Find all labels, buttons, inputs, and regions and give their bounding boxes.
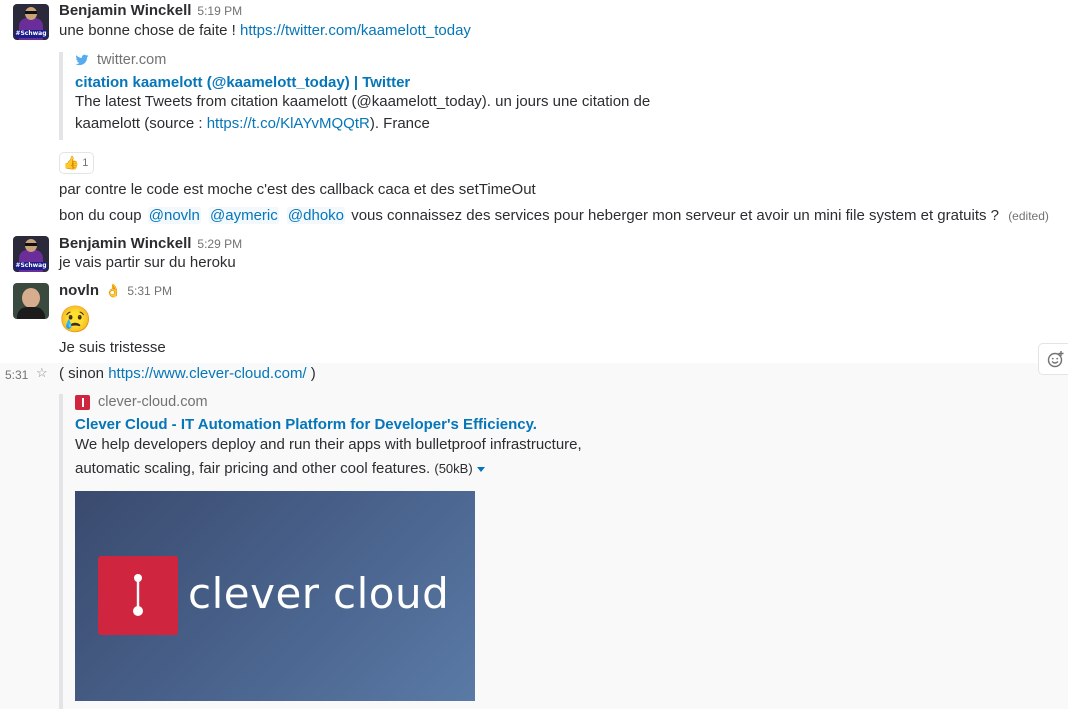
preview-text-line2-suffix: ). France [369, 115, 430, 132]
preview-link[interactable]: https://t.co/KlAYvMQQtR [207, 115, 370, 132]
preview-title[interactable]: Clever Cloud - IT Automation Platform fo… [75, 416, 582, 433]
clever-cloud-logo-icon [98, 556, 178, 635]
logo-word-clever: clever [188, 569, 320, 618]
mention-novln[interactable]: @novln [147, 207, 201, 224]
preview-text-line2: kaamelott (source : https://t.co/KlAYvMQ… [75, 113, 650, 135]
message-text-suffix: ) [310, 365, 316, 382]
message-text-prefix: une bonne chose de faite ! [59, 22, 236, 39]
preview-image[interactable]: clever cloud [75, 491, 475, 701]
link-preview: twitter.com citation kaamelott (@kaamelo… [59, 52, 650, 140]
message-text: bon du coup @novln @aymeric @dhoko vous … [59, 205, 1049, 227]
message-link[interactable]: https://www.clever-cloud.com/ [108, 365, 306, 382]
timestamp[interactable]: 5:19 PM [197, 4, 242, 18]
preview-text-line1: The latest Tweets from citation kaamelot… [75, 93, 651, 110]
avatar-tag: #Schwag [15, 262, 47, 270]
avatar-tag: #Schwag [15, 30, 47, 38]
message-author[interactable]: Benjamin Winckell 5:29 PM [59, 235, 242, 252]
preview-text-line2-prefix: kaamelott (source : [75, 115, 207, 132]
message-text-suffix: vous connaissez des services pour heberg… [351, 207, 1000, 224]
status-emoji[interactable]: 👌 [105, 283, 121, 298]
preview-text-line2-main: automatic scaling, fair pricing and othe… [75, 460, 431, 477]
avatar[interactable]: #Schwag [13, 236, 49, 272]
message-text-prefix: bon du coup [59, 207, 142, 224]
preview-service[interactable]: clever-cloud.com [98, 394, 208, 410]
message-link[interactable]: https://twitter.com/kaamelott_today [240, 22, 471, 39]
message-author[interactable]: novln 👌 5:31 PM [59, 282, 172, 299]
link-preview: clever-cloud.com Clever Cloud - IT Autom… [59, 394, 582, 709]
message-author[interactable]: Benjamin Winckell 5:19 PM [59, 2, 242, 19]
avatar[interactable] [13, 283, 49, 319]
mention-dhoko[interactable]: @dhoko [286, 207, 346, 224]
edited-label: (edited) [1008, 209, 1049, 223]
preview-text: The latest Tweets from citation kaamelot… [75, 91, 650, 135]
message-text: ( sinon https://www.clever-cloud.com/ ) [59, 363, 316, 385]
add-reaction-button[interactable] [1038, 343, 1068, 375]
expand-caret-icon[interactable] [476, 466, 485, 472]
reaction-thumbsup[interactable]: 👍 1 [59, 152, 95, 174]
star-icon[interactable]: ☆ [36, 365, 48, 381]
preview-text-line1: We help developers deploy and run their … [75, 436, 582, 453]
gutter-timestamp[interactable]: 5:31 [5, 368, 28, 382]
reaction-count: 1 [82, 157, 89, 169]
preview-service[interactable]: twitter.com [97, 52, 166, 68]
timestamp[interactable]: 5:31 PM [127, 284, 172, 298]
clever-cloud-icon [75, 394, 90, 410]
message-text: Je suis tristesse [59, 339, 166, 356]
avatar[interactable]: #Schwag [13, 4, 49, 40]
preview-text-line2: automatic scaling, fair pricing and othe… [75, 457, 582, 481]
message-text: je vais partir sur du heroku [59, 254, 236, 271]
preview-text: We help developers deploy and run their … [75, 433, 582, 481]
reaction-emoji: 👍 [63, 155, 80, 170]
message-text-prefix: ( sinon [59, 365, 105, 382]
author-name[interactable]: novln [59, 282, 99, 299]
add-reaction-icon [1047, 351, 1064, 368]
message-text: une bonne chose de faite ! https://twitt… [59, 20, 471, 42]
timestamp[interactable]: 5:29 PM [197, 237, 242, 251]
message-emoji: 😢 [59, 304, 92, 334]
file-size: (50kB) [434, 461, 473, 476]
preview-title[interactable]: citation kaamelott (@kaamelott_today) | … [75, 74, 650, 91]
message-text: par contre le code est moche c'est des c… [59, 181, 536, 198]
logo-word-cloud: cloud [333, 569, 450, 618]
author-name[interactable]: Benjamin Winckell [59, 235, 191, 252]
author-name[interactable]: Benjamin Winckell [59, 2, 191, 19]
twitter-icon [75, 54, 89, 66]
mention-aymeric[interactable]: @aymeric [209, 207, 279, 224]
